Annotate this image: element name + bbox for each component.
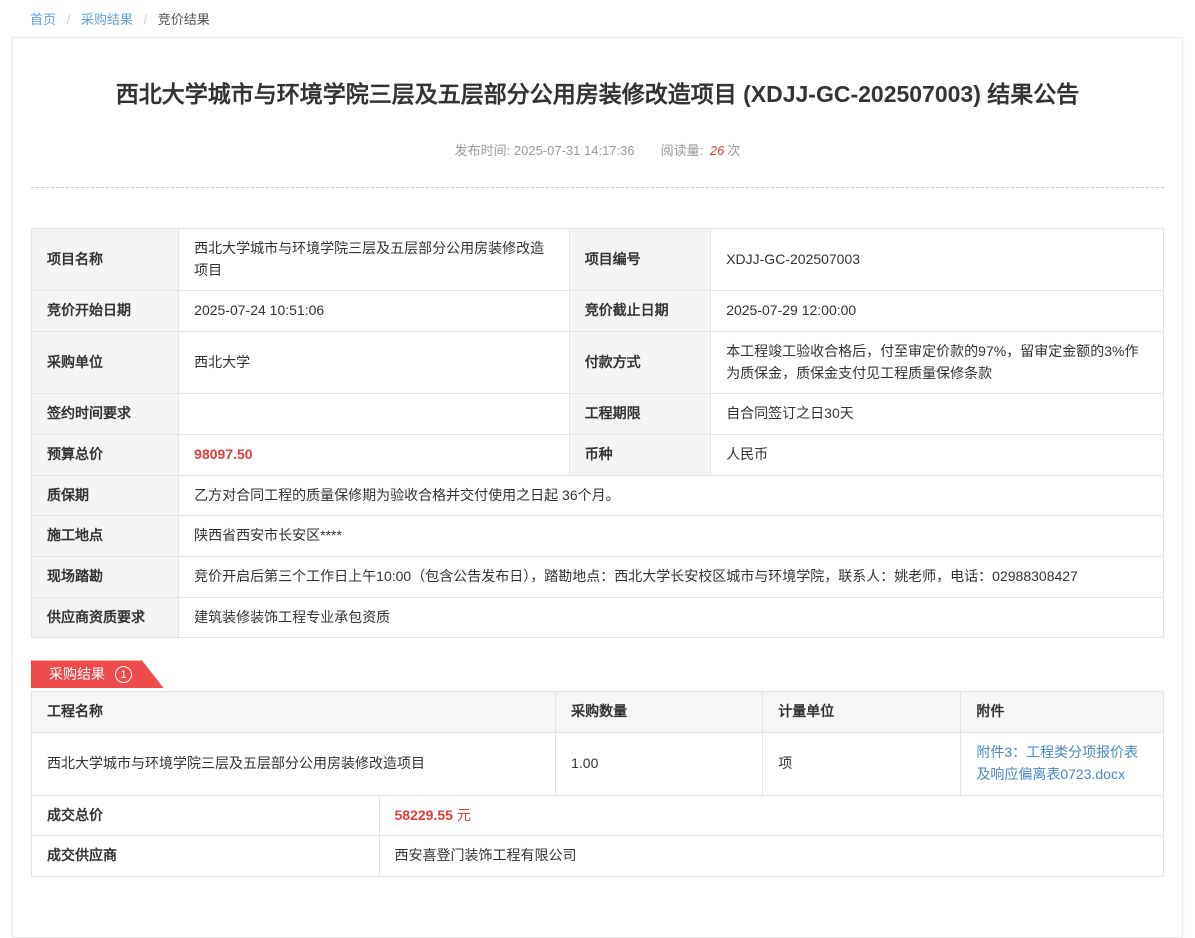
row-label-bid-start-date: 竞价开始日期 [32,291,179,332]
row-value-construction-site: 陕西省西安市长安区**** [179,516,1164,557]
views-unit: 次 [727,143,740,158]
deal-total-value: 58229.55 [395,807,453,823]
row-value-warranty-period: 乙方对合同工程的质量保修期为验收合格并交付使用之日起 36个月。 [179,475,1164,516]
procurement-result-section: 采购结果 1 [31,660,1164,688]
row-label-site-survey: 现场踏勘 [32,557,179,598]
row-value-budget-total: 98097.50 [179,435,570,476]
row-value-project-name: 西北大学城市与环境学院三层及五层部分公用房装修改造项目 [179,228,570,290]
procurement-result-table: 工程名称 采购数量 计量单位 附件 西北大学城市与环境学院三层及五层部分公用房装… [31,691,1164,795]
procurement-result-badge: 采购结果 1 [31,660,164,688]
row-label-project-duration: 工程期限 [569,394,711,435]
header-attachment: 附件 [961,692,1164,733]
attachment-link[interactable]: 附件3：工程类分项报价表及响应偏离表0723.docx [976,744,1138,782]
views-count: 26 [710,143,724,158]
table-row: 西北大学城市与环境学院三层及五层部分公用房装修改造项目 1.00 项 附件3：工… [32,733,1164,795]
table-row: 项目名称 西北大学城市与环境学院三层及五层部分公用房装修改造项目 项目编号 XD… [32,228,1164,290]
breadcrumb: 首页 / 采购结果 / 竞价结果 [0,0,1195,35]
badge-count: 1 [115,666,132,683]
table-row: 成交供应商 西安喜登门装饰工程有限公司 [32,836,1164,877]
deal-total-label: 成交总价 [32,795,380,836]
table-row: 预算总价 98097.50 币种 人民币 [32,435,1164,476]
row-label-bid-end-date: 竞价截止日期 [569,291,711,332]
row-label-project-name: 项目名称 [32,228,179,290]
breadcrumb-separator: / [67,12,71,27]
result-attachment-cell: 附件3：工程类分项报价表及响应偏离表0723.docx [961,733,1164,795]
row-value-currency: 人民币 [711,435,1164,476]
row-label-signing-time: 签约时间要求 [32,394,179,435]
row-label-supplier-qualification: 供应商资质要求 [32,597,179,638]
breadcrumb-procurement-results[interactable]: 采购结果 [81,12,133,27]
result-project-name: 西北大学城市与环境学院三层及五层部分公用房装修改造项目 [32,733,556,795]
row-label-construction-site: 施工地点 [32,516,179,557]
deal-supplier-label: 成交供应商 [32,836,380,877]
row-label-warranty-period: 质保期 [32,475,179,516]
header-unit: 计量单位 [763,692,961,733]
row-label-currency: 币种 [569,435,711,476]
deal-supplier-value: 西安喜登门装饰工程有限公司 [379,836,1163,877]
row-value-bid-end-date: 2025-07-29 12:00:00 [711,291,1164,332]
breadcrumb-home[interactable]: 首页 [30,12,56,27]
table-row: 现场踏勘 竞价开启后第三个工作日上午10:00（包含公告发布日），踏勘地点：西北… [32,557,1164,598]
table-row: 签约时间要求 工程期限 自合同签订之日30天 [32,394,1164,435]
project-info-table: 项目名称 西北大学城市与环境学院三层及五层部分公用房装修改造项目 项目编号 XD… [31,228,1164,639]
row-value-bid-start-date: 2025-07-24 10:51:06 [179,291,570,332]
row-label-project-number: 项目编号 [569,228,711,290]
table-row: 采购单位 西北大学 付款方式 本工程竣工验收合格后，付至审定价款的97%，留审定… [32,331,1164,393]
row-value-supplier-qualification: 建筑装修装饰工程专业承包资质 [179,597,1164,638]
content-card: 西北大学城市与环境学院三层及五层部分公用房装修改造项目 (XDJJ-GC-202… [12,37,1183,938]
article-meta: 发布时间: 2025-07-31 14:17:36 阅读量: 26次 [31,140,1164,159]
divider [31,187,1164,188]
breadcrumb-separator: / [144,12,148,27]
row-value-payment-method: 本工程竣工验收合格后，付至审定价款的97%，留审定金额的3%作为质保金，质保金支… [711,331,1164,393]
table-row: 成交总价 58229.55 元 [32,795,1164,836]
row-value-purchasing-unit: 西北大学 [179,331,570,393]
deal-total-value-cell: 58229.55 元 [379,795,1163,836]
row-value-signing-time [179,394,570,435]
table-row: 质保期 乙方对合同工程的质量保修期为验收合格并交付使用之日起 36个月。 [32,475,1164,516]
header-project-name: 工程名称 [32,692,556,733]
row-label-budget-total: 预算总价 [32,435,179,476]
table-header-row: 工程名称 采购数量 计量单位 附件 [32,692,1164,733]
publish-time-label: 发布时间: [455,143,514,158]
row-label-payment-method: 付款方式 [569,331,711,393]
row-value-project-duration: 自合同签订之日30天 [711,394,1164,435]
header-quantity: 采购数量 [556,692,763,733]
views-label: 阅读量: [661,143,707,158]
table-row: 供应商资质要求 建筑装修装饰工程专业承包资质 [32,597,1164,638]
table-row: 竞价开始日期 2025-07-24 10:51:06 竞价截止日期 2025-0… [32,291,1164,332]
result-unit: 项 [763,733,961,795]
row-label-purchasing-unit: 采购单位 [32,331,179,393]
row-value-site-survey: 竞价开启后第三个工作日上午10:00（包含公告发布日），踏勘地点：西北大学长安校… [179,557,1164,598]
page-title: 西北大学城市与环境学院三层及五层部分公用房装修改造项目 (XDJJ-GC-202… [31,80,1164,110]
result-quantity: 1.00 [556,733,763,795]
publish-time-value: 2025-07-31 14:17:36 [514,143,635,158]
table-row: 施工地点 陕西省西安市长安区**** [32,516,1164,557]
row-value-project-number: XDJJ-GC-202507003 [711,228,1164,290]
breadcrumb-current: 竞价结果 [158,12,210,27]
deal-total-unit: 元 [457,807,471,823]
badge-label: 采购结果 [49,664,105,684]
